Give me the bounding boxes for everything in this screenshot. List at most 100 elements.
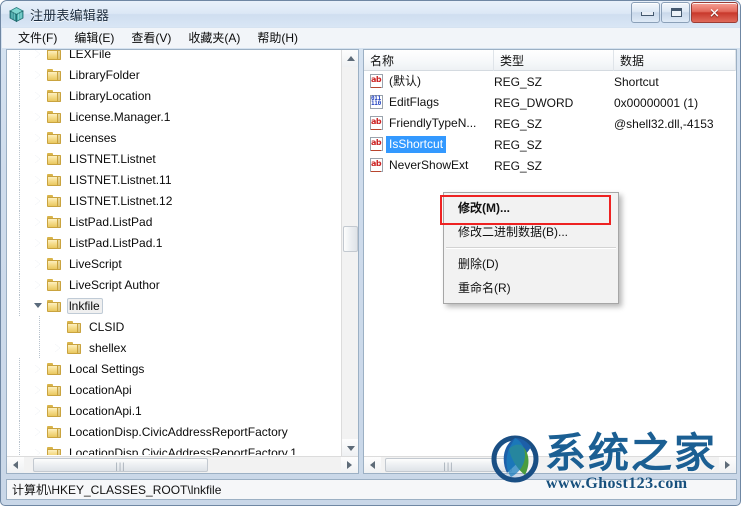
tree-node-locationdisp-civicaddressreportfactory[interactable]: LocationDisp.CivicAddressReportFactory bbox=[7, 421, 342, 442]
chevron-right-icon[interactable] bbox=[31, 148, 47, 169]
listview-column-header-1[interactable]: 类型 bbox=[494, 50, 614, 71]
menu-item-edit[interactable]: 编辑(E) bbox=[66, 29, 123, 47]
chevron-right-icon[interactable] bbox=[31, 64, 47, 85]
minimize-button[interactable] bbox=[631, 2, 660, 23]
close-button[interactable]: ✕ bbox=[691, 2, 738, 23]
chevron-right-icon[interactable] bbox=[31, 169, 47, 190]
folder-icon bbox=[47, 299, 63, 313]
table-row[interactable]: ab (默认) REG_SZ Shortcut bbox=[364, 71, 736, 92]
tree-node-locationdisp-civicaddressreportfactory-1[interactable]: LocationDisp.CivicAddressReportFactory.1 bbox=[7, 442, 342, 455]
tree-indent bbox=[7, 85, 31, 106]
tree-node-local-settings[interactable]: Local Settings bbox=[7, 358, 342, 379]
value-context-menu[interactable]: 修改(M)... 修改二进制数据(B)... 删除(D) 重命名(R) bbox=[443, 192, 619, 304]
tree-guide-line bbox=[19, 274, 21, 295]
values-horizontal-scrollbar[interactable]: ||| bbox=[364, 456, 736, 473]
chevron-right-icon[interactable] bbox=[31, 358, 47, 379]
menu-item-file[interactable]: 文件(F) bbox=[10, 29, 66, 47]
registry-tree[interactable]: LEXFile LibraryFolder LibraryLocation Licen… bbox=[7, 50, 342, 455]
tree-node-locationapi-1[interactable]: LocationApi.1 bbox=[7, 400, 342, 421]
value-name-cell: ab IsShortcut bbox=[369, 134, 447, 155]
folder-icon bbox=[67, 320, 83, 334]
scroll-right-arrow[interactable] bbox=[341, 457, 358, 473]
value-name-cell: ab FriendlyTypeN... bbox=[369, 113, 479, 134]
listview-column-header-2[interactable]: 数据 bbox=[614, 50, 736, 71]
context-menu-item-3[interactable]: 重命名(R) bbox=[444, 276, 618, 300]
chevron-right-icon[interactable] bbox=[31, 400, 47, 421]
value-name-cell: ab (默认) bbox=[369, 71, 424, 92]
tree-node-libraryfolder[interactable]: LibraryFolder bbox=[7, 64, 342, 85]
table-row[interactable]: ab FriendlyTypeN... REG_SZ @shell32.dll,-41… bbox=[364, 113, 736, 134]
string-value-icon: ab bbox=[369, 137, 384, 152]
chevron-right-icon[interactable] bbox=[31, 232, 47, 253]
tree-node-lnkfile[interactable]: lnkfile bbox=[7, 295, 342, 316]
folder-icon bbox=[47, 173, 63, 187]
table-row[interactable]: ab IsShortcut REG_SZ bbox=[364, 134, 736, 155]
scroll-down-arrow[interactable] bbox=[342, 439, 358, 456]
value-type: REG_SZ bbox=[494, 137, 543, 152]
tree-node-label: LocationApi.1 bbox=[69, 403, 142, 418]
tree-node-listpad-listpad-1[interactable]: ListPad.ListPad.1 bbox=[7, 232, 342, 253]
maximize-button[interactable] bbox=[661, 2, 690, 23]
tree-node-listnet-listnet-12[interactable]: LISTNET.Listnet.12 bbox=[7, 190, 342, 211]
tree-indent bbox=[7, 421, 31, 442]
table-row[interactable]: ab NeverShowExt REG_SZ bbox=[364, 155, 736, 176]
values-scroll-left-arrow[interactable] bbox=[364, 457, 381, 473]
chevron-right-icon[interactable] bbox=[31, 211, 47, 232]
scroll-up-arrow[interactable] bbox=[342, 50, 358, 67]
chevron-right-icon[interactable] bbox=[51, 337, 67, 358]
chevron-down-icon[interactable] bbox=[31, 295, 47, 316]
value-data: 0x00000001 (1) bbox=[614, 95, 699, 110]
listview-column-header-0[interactable]: 名称 bbox=[364, 50, 494, 71]
values-scroll-right-arrow[interactable] bbox=[719, 457, 736, 473]
tree-node-licenses[interactable]: Licenses bbox=[7, 127, 342, 148]
window-controls: ✕ bbox=[630, 2, 738, 23]
values-hscroll-thumb[interactable]: ||| bbox=[385, 458, 512, 472]
tree-scroll-thumb[interactable] bbox=[343, 226, 358, 252]
folder-icon bbox=[47, 425, 63, 439]
tree-node-livescript-author[interactable]: LiveScript Author bbox=[7, 274, 342, 295]
chevron-right-icon[interactable] bbox=[31, 274, 47, 295]
tree-horizontal-scrollbar[interactable]: ||| bbox=[7, 456, 358, 473]
context-menu-item-0[interactable]: 修改(M)... bbox=[444, 196, 618, 220]
tree-hscroll-thumb[interactable]: ||| bbox=[33, 458, 208, 472]
tree-indent bbox=[7, 211, 31, 232]
chevron-right-icon[interactable] bbox=[31, 106, 47, 127]
menu-item-favorites[interactable]: 收藏夹(A) bbox=[180, 29, 249, 47]
tree-node-label: ListPad.ListPad bbox=[69, 214, 153, 229]
chevron-right-icon[interactable] bbox=[31, 127, 47, 148]
tree-node-locationapi[interactable]: LocationApi bbox=[7, 379, 342, 400]
context-menu-item-2[interactable]: 删除(D) bbox=[444, 252, 618, 276]
tree-node-livescript[interactable]: LiveScript bbox=[7, 253, 342, 274]
tree-indent bbox=[7, 358, 31, 379]
tree-node-clsid[interactable]: CLSID bbox=[7, 316, 342, 337]
menu-item-help[interactable]: 帮助(H) bbox=[249, 29, 307, 47]
tree-node-listnet-listnet-11[interactable]: LISTNET.Listnet.11 bbox=[7, 169, 342, 190]
tree-node-shellex[interactable]: shellex bbox=[7, 337, 342, 358]
tree-node-lexfile[interactable]: LEXFile bbox=[7, 50, 342, 64]
chevron-right-icon[interactable] bbox=[31, 50, 47, 64]
chevron-right-icon[interactable] bbox=[31, 421, 47, 442]
tree-node-listnet-listnet[interactable]: LISTNET.Listnet bbox=[7, 148, 342, 169]
tree-node-label: CLSID bbox=[89, 319, 125, 334]
chevron-right-icon[interactable] bbox=[31, 190, 47, 211]
tree-guide-line bbox=[19, 211, 21, 232]
tree-node-librarylocation[interactable]: LibraryLocation bbox=[7, 85, 342, 106]
value-name: FriendlyTypeN... bbox=[389, 116, 477, 130]
chevron-right-icon[interactable] bbox=[31, 85, 47, 106]
chevron-right-icon[interactable] bbox=[31, 442, 47, 455]
tree-vertical-scrollbar[interactable] bbox=[341, 50, 358, 456]
tree-node-license-manager-1[interactable]: License.Manager.1 bbox=[7, 106, 342, 127]
tree-node-label: Licenses bbox=[69, 130, 117, 145]
menu-item-view[interactable]: 查看(V) bbox=[123, 29, 180, 47]
tree-indent bbox=[7, 400, 31, 421]
folder-icon bbox=[47, 236, 63, 250]
tree-guide-line bbox=[39, 316, 41, 337]
chevron-right-icon[interactable] bbox=[31, 253, 47, 274]
context-menu-item-1[interactable]: 修改二进制数据(B)... bbox=[444, 220, 618, 244]
table-row[interactable]: 011 110 EditFlags REG_DWORD 0x00000001 (1) bbox=[364, 92, 736, 113]
chevron-right-icon[interactable] bbox=[31, 379, 47, 400]
tree-node-listpad-listpad[interactable]: ListPad.ListPad bbox=[7, 211, 342, 232]
folder-icon bbox=[47, 362, 63, 376]
tree-guide-line bbox=[19, 400, 21, 421]
scroll-left-arrow[interactable] bbox=[7, 457, 24, 473]
